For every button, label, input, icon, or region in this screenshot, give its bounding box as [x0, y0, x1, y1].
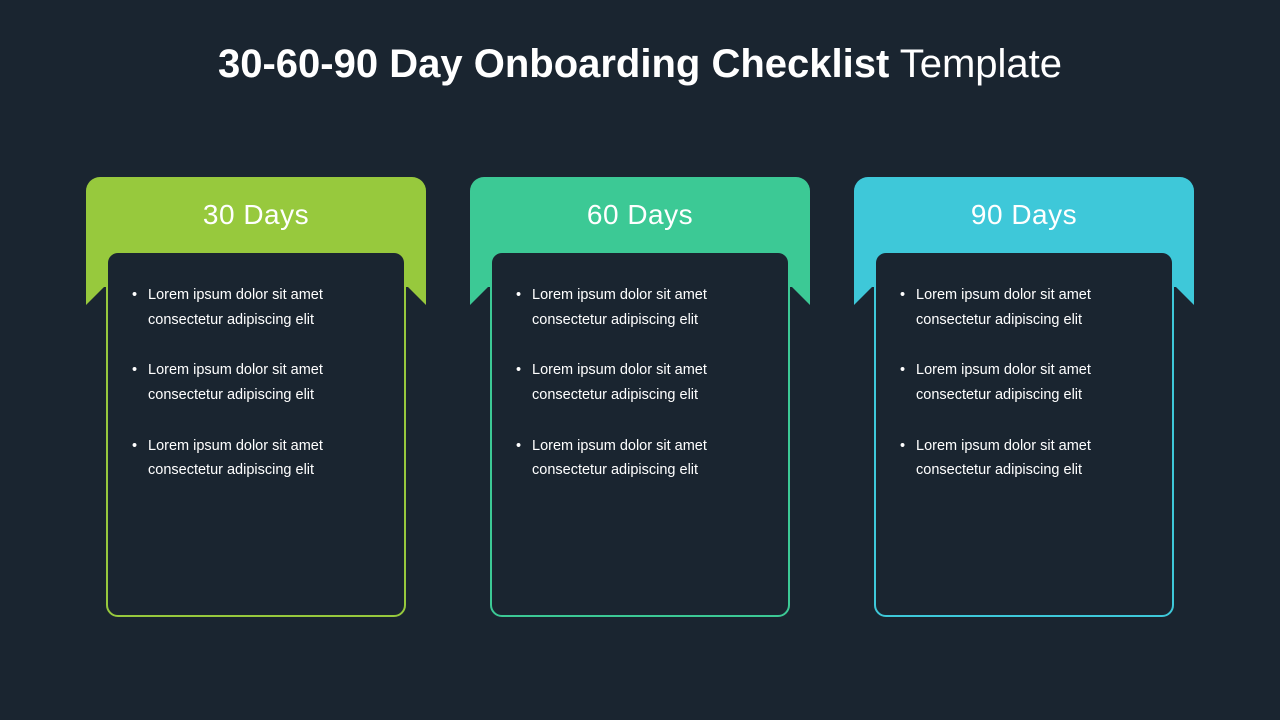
list-item: Lorem ipsum dolor sit amet consectetur a…: [516, 283, 764, 332]
card-body: Lorem ipsum dolor sit amet consectetur a…: [106, 251, 406, 617]
card-body: Lorem ipsum dolor sit amet consectetur a…: [874, 251, 1174, 617]
card-list: Lorem ipsum dolor sit amet consectetur a…: [900, 283, 1148, 483]
list-item: Lorem ipsum dolor sit amet consectetur a…: [516, 358, 764, 407]
card-list: Lorem ipsum dolor sit amet consectetur a…: [132, 283, 380, 483]
card-90-days: 90 Days Lorem ipsum dolor sit amet conse…: [854, 177, 1194, 617]
card-header-title: 90 Days: [971, 199, 1077, 231]
list-item: Lorem ipsum dolor sit amet consectetur a…: [132, 434, 380, 483]
list-item: Lorem ipsum dolor sit amet consectetur a…: [132, 358, 380, 407]
card-body: Lorem ipsum dolor sit amet consectetur a…: [490, 251, 790, 617]
list-item: Lorem ipsum dolor sit amet consectetur a…: [900, 434, 1148, 483]
card-header-title: 60 Days: [587, 199, 693, 231]
list-item: Lorem ipsum dolor sit amet consectetur a…: [900, 358, 1148, 407]
slide-title-bold: 30-60-90 Day Onboarding Checklist: [218, 42, 889, 86]
list-item: Lorem ipsum dolor sit amet consectetur a…: [900, 283, 1148, 332]
slide-title-light: Template: [889, 42, 1062, 86]
list-item: Lorem ipsum dolor sit amet consectetur a…: [516, 434, 764, 483]
list-item: Lorem ipsum dolor sit amet consectetur a…: [132, 283, 380, 332]
card-30-days: 30 Days Lorem ipsum dolor sit amet conse…: [86, 177, 426, 617]
card-header-title: 30 Days: [203, 199, 309, 231]
card-list: Lorem ipsum dolor sit amet consectetur a…: [516, 283, 764, 483]
cards-row: 30 Days Lorem ipsum dolor sit amet conse…: [0, 177, 1280, 617]
slide-title-wrap: 30-60-90 Day Onboarding Checklist Templa…: [0, 0, 1280, 87]
card-60-days: 60 Days Lorem ipsum dolor sit amet conse…: [470, 177, 810, 617]
